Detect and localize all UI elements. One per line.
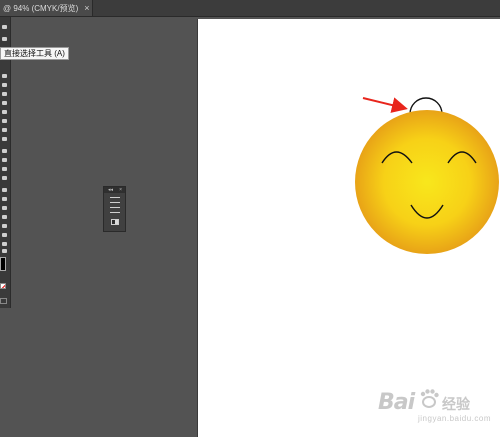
rotate-tool[interactable] (2, 149, 7, 153)
panel-header[interactable]: ◂◂ × (104, 187, 125, 193)
magic-wand-tool[interactable] (2, 37, 7, 41)
gradient-swatch-button[interactable] (111, 219, 119, 225)
eyedropper-tool[interactable] (2, 224, 7, 228)
eraser-tool[interactable] (2, 137, 7, 141)
none-color-button[interactable] (0, 283, 6, 289)
drawing-mode-button[interactable] (0, 298, 7, 304)
pen-tool[interactable] (2, 74, 7, 78)
mesh-tool[interactable] (2, 206, 7, 210)
close-icon[interactable]: × (84, 3, 89, 13)
artboard[interactable] (198, 19, 500, 437)
zoom-tool[interactable] (2, 249, 7, 253)
perspective-grid-tool[interactable] (2, 197, 7, 201)
blob-brush-tool[interactable] (2, 128, 7, 132)
panel-menu-icon[interactable] (110, 197, 120, 198)
panel-line (110, 207, 120, 208)
document-tab[interactable]: @ 94% (CMYK/预览) × (0, 0, 93, 16)
width-tool[interactable] (2, 167, 7, 171)
fill-color-swatch[interactable] (0, 257, 6, 271)
close-icon[interactable]: × (119, 187, 122, 193)
tooltip-text: 直接选择工具 (A) (4, 49, 65, 58)
selection-tool[interactable] (2, 25, 7, 29)
panel-line (110, 202, 120, 203)
rectangle-tool[interactable] (2, 101, 7, 105)
collapse-icon[interactable]: ◂◂ (108, 187, 113, 193)
shape-builder-tool[interactable] (2, 188, 7, 192)
type-tool[interactable] (2, 83, 7, 87)
scale-tool[interactable] (2, 158, 7, 162)
gradient-tool[interactable] (2, 215, 7, 219)
tools-panel (0, 17, 11, 308)
artwork-canvas[interactable] (198, 19, 500, 437)
blend-tool[interactable] (2, 233, 7, 237)
document-tab-title: @ 94% (CMYK/预览) (3, 3, 79, 13)
free-transform-tool[interactable] (2, 176, 7, 180)
paintbrush-tool[interactable] (2, 110, 7, 114)
pencil-tool[interactable] (2, 119, 7, 123)
tool-tooltip: 直接选择工具 (A) (0, 47, 69, 60)
line-tool[interactable] (2, 92, 7, 96)
floating-panel: ◂◂ × (103, 186, 126, 232)
panel-line (110, 212, 120, 213)
hand-tool[interactable] (2, 242, 7, 246)
red-arrow (362, 97, 408, 113)
smiley-face[interactable] (355, 110, 499, 254)
document-tab-bar: @ 94% (CMYK/预览) × (0, 0, 500, 17)
